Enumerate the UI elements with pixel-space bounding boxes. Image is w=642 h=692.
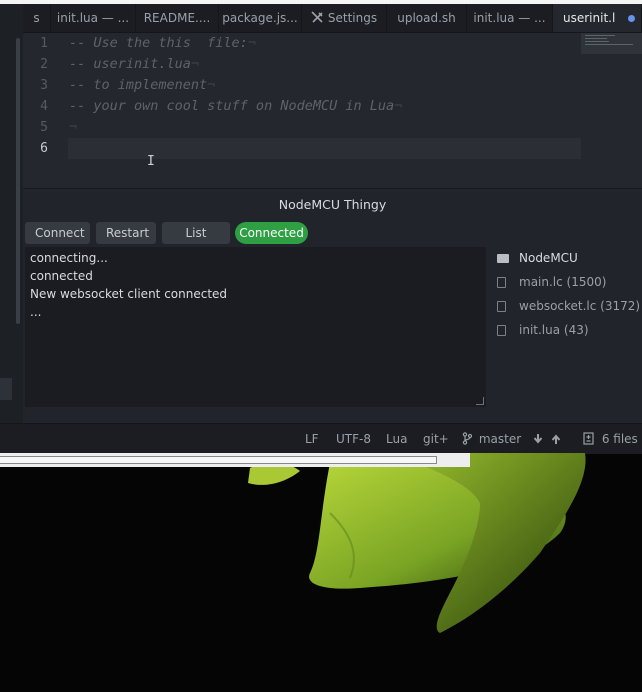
fetch-down-icon[interactable] <box>533 424 543 454</box>
text-cursor-ibeam-icon: I <box>147 154 155 169</box>
file-label: init.lua (43) <box>519 323 589 337</box>
line-number: 2 <box>40 57 48 72</box>
nodemcu-panel: NodeMCU Thingy Connect Restart List File… <box>23 188 642 424</box>
git-indicator[interactable]: git+ <box>423 424 449 454</box>
encoding-indicator[interactable]: UTF-8 <box>336 424 371 454</box>
eol-marker: ¬ <box>394 98 403 114</box>
file-label: main.lc (1500) <box>519 275 607 289</box>
tab-label: Settings <box>327 11 378 25</box>
files-count-label: 6 files <box>601 432 638 446</box>
eol-marker: ¬ <box>207 77 216 93</box>
desktop-wallpaper-plant <box>248 453 586 633</box>
code-text: -- your own cool stuff on NodeMCU in Lua <box>69 98 395 114</box>
settings-tools-icon <box>311 4 324 32</box>
tab-init-lua[interactable]: init.lua — ... <box>51 4 136 32</box>
tab-label: package.js... <box>222 11 298 25</box>
tab-label: upload.sh <box>397 11 456 25</box>
restart-button[interactable]: Restart <box>96 222 156 244</box>
code-line: -- Use the this file:¬ <box>69 33 256 54</box>
tab-bar: s init.lua — ... README.... package.js..… <box>23 4 642 33</box>
file-icon <box>497 295 511 317</box>
tab-label: init.lua — ... <box>473 11 546 25</box>
files-count-indicator[interactable]: 6 files <box>583 424 638 454</box>
tab-settings[interactable]: Settings <box>302 4 387 32</box>
eol-marker: ¬ <box>247 35 256 51</box>
code-editor[interactable]: 1 2 3 4 5 6 -- Use the this file:¬ -- us… <box>23 33 642 188</box>
minimap[interactable] <box>581 33 642 54</box>
eol-marker: ¬ <box>190 56 200 72</box>
line-number: 5 <box>40 120 48 135</box>
code-line: ¬ <box>69 117 77 138</box>
file-diff-icon <box>583 432 602 446</box>
code-text: -- userinit.lua <box>69 56 191 72</box>
file-label: websocket.lc (3172) <box>519 299 641 313</box>
tab-readme[interactable]: README.... <box>136 4 219 32</box>
branch-indicator[interactable]: master <box>462 424 521 454</box>
tab-label: init.lua — ... <box>56 11 130 25</box>
line-ending-indicator[interactable]: LF <box>305 424 319 454</box>
code-line: -- to implemenent¬ <box>69 75 215 96</box>
tree-view-selected-item[interactable] <box>0 378 12 400</box>
console-line: New websocket client connected <box>30 287 228 301</box>
file-icon <box>497 319 511 341</box>
connection-status-badge: Connected <box>235 222 308 244</box>
line-number: 3 <box>40 78 48 93</box>
line-number-gutter: 1 2 3 4 5 6 <box>23 33 61 188</box>
code-line: -- userinit.lua¬ <box>69 54 199 75</box>
modified-dot-icon <box>628 15 635 22</box>
console-line: ... <box>30 305 42 319</box>
connect-button[interactable]: Connect <box>25 222 90 244</box>
line-number-current: 6 <box>40 141 48 156</box>
code-text: -- Use the this file: <box>69 35 248 51</box>
grammar-indicator[interactable]: Lua <box>386 424 407 454</box>
file-icon <box>497 271 511 293</box>
console-line: connected <box>30 269 93 283</box>
tree-view-panel <box>0 4 24 423</box>
list-files-button[interactable]: List Files <box>162 222 230 262</box>
code-line: -- your own cool stuff on NodeMCU in Lua… <box>69 96 402 117</box>
cursor-line-highlight <box>68 138 581 159</box>
branch-label: master <box>478 432 522 446</box>
tab-init-lua-2[interactable]: init.lua — ... <box>467 4 553 32</box>
folder-label: NodeMCU <box>519 251 578 265</box>
tab-label: README.... <box>143 11 211 25</box>
git-branch-icon <box>462 432 479 446</box>
tab-userinit-lua[interactable]: userinit.l <box>553 4 642 32</box>
background-window-edge <box>0 453 470 467</box>
tab-partial[interactable]: s <box>23 4 51 32</box>
eol-marker: ¬ <box>69 119 78 135</box>
file-item[interactable]: init.lua (43) <box>497 319 589 341</box>
tree-view-scrollbar[interactable] <box>16 38 20 324</box>
tab-upload-sh[interactable]: upload.sh <box>387 4 467 32</box>
device-file-list: NodeMCU main.lc (1500) websocket.lc (317… <box>497 247 642 407</box>
console-line: connecting... <box>30 251 108 265</box>
line-number: 4 <box>40 99 48 114</box>
resize-handle-icon[interactable] <box>476 397 484 405</box>
file-item[interactable]: main.lc (1500) <box>497 271 606 293</box>
console-output[interactable]: connecting... connected New websocket cl… <box>25 247 486 407</box>
push-up-icon[interactable] <box>551 424 561 454</box>
folder-icon <box>497 247 511 269</box>
tab-label: s <box>33 11 40 25</box>
tab-label: userinit.l <box>563 11 616 25</box>
line-number: 1 <box>40 36 48 51</box>
background-window-field <box>0 456 437 464</box>
tab-package-json[interactable]: package.js... <box>219 4 302 32</box>
status-bar: LF UTF-8 Lua git+ master 6 files <box>0 423 642 454</box>
file-item[interactable]: websocket.lc (3172) <box>497 295 640 317</box>
folder-nodemcu[interactable]: NodeMCU <box>497 247 578 269</box>
code-text: -- to implemenent <box>69 77 208 93</box>
panel-title: NodeMCU Thingy <box>278 197 387 212</box>
